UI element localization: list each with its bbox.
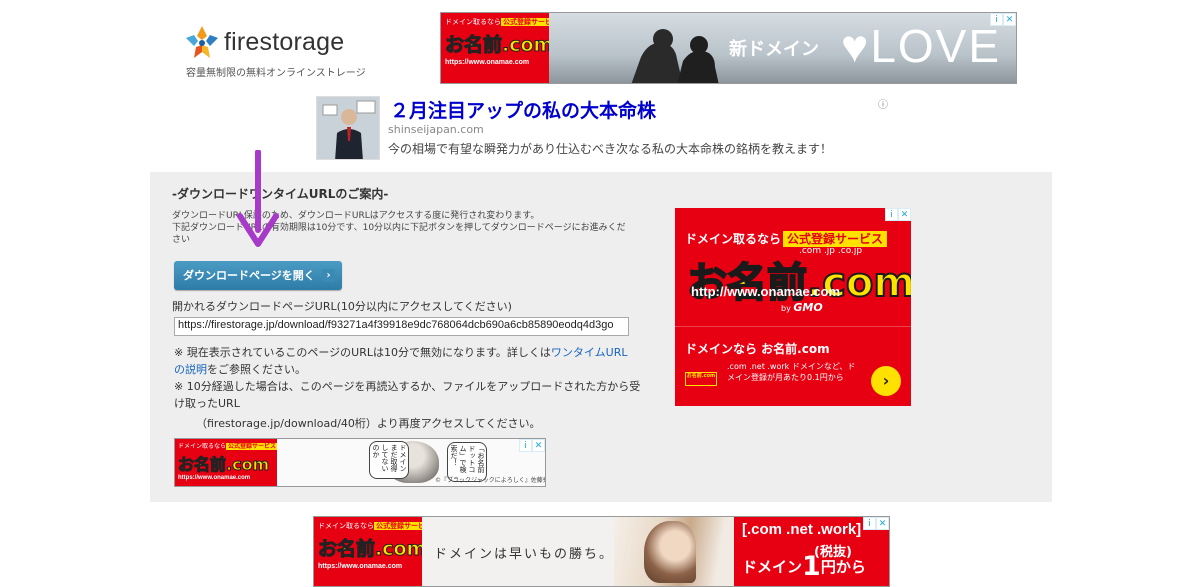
reload-note: ※ 10分経過した場合は、このページを再読込するか、ファイルをアップロードされた…	[174, 380, 641, 410]
gmo-logo: by GMO	[781, 301, 823, 314]
chevron-right-icon[interactable]: ›	[871, 366, 901, 396]
onamae-url: https://www.onamae.com	[178, 475, 251, 481]
onamae-url: https://www.onamae.com	[318, 563, 403, 570]
onamae-logo-text: お名前.com	[686, 259, 911, 307]
ad-choices[interactable]: i ✕	[990, 13, 1016, 26]
firestorage-logo[interactable]: firestorage 容量無制限の無料オンラインストレージ	[184, 22, 374, 82]
top-banner-ad[interactable]: ドメイン取るなら公式登録サービス お名前.com https://www.ona…	[440, 12, 1017, 84]
manga-speech-bubble: ドメインまだ取得してないのか	[369, 441, 409, 479]
ad-close-icon[interactable]: ✕	[532, 439, 545, 452]
ad-tagline: 新ドメイン	[729, 39, 819, 60]
square-ad-top: ドメイン取るなら 公式登録サービス	[685, 230, 888, 247]
native-ad-domain: shinseijapan.com	[388, 123, 484, 136]
onamae-logo-block: ドメイン取るなら公式登録サービス お名前.com https://www.ona…	[175, 439, 277, 486]
logo-wordmark: firestorage	[224, 28, 345, 56]
businessman-image	[317, 97, 379, 159]
ad-slogan: ドメインは早いもの勝ち。	[434, 547, 615, 562]
chevron-right-icon: ›	[322, 269, 335, 282]
onamae-mini-logo: お名前.com	[685, 372, 717, 386]
ad-close-icon[interactable]: ✕	[1003, 13, 1016, 26]
expiry-note: ※ 現在表示されているこのページのURLは10分で無効になります。詳しくはワンタ…	[174, 344, 634, 378]
ad-top-text: ドメイン取るなら	[445, 18, 501, 26]
ad-top-text: ドメイン取るなら	[318, 522, 374, 530]
onamae-url: https://www.onamae.com	[445, 59, 530, 66]
native-ad-description: 今の相場で有望な瞬発力があり仕込むべき次なる私の大本命株の銘柄を教えます！	[388, 142, 833, 156]
download-url-label: 開かれるダウンロードページURL(10分以内にアクセスしてください)	[172, 300, 512, 313]
ad-info-icon[interactable]: i	[519, 439, 532, 452]
ad-info-icon[interactable]: i	[863, 517, 876, 530]
square-ad[interactable]: ドメイン取るなら 公式登録サービス .com .jp .co.jp お名前.com…	[675, 208, 911, 406]
download-info-panel: -ダウンロードワンタイムURLのご案内- ダウンロードURL保護のため、ダウンロ…	[150, 172, 1052, 502]
ad-badge: 公式登録サービス	[374, 522, 422, 530]
ad-price-prefix: ドメイン	[742, 558, 803, 576]
expiry-note-suffix: をご参照ください。	[207, 363, 306, 376]
ad-top-text: ドメイン取るなら	[685, 232, 782, 246]
logo-tagline: 容量無制限の無料オンラインストレージ	[186, 68, 366, 79]
ad-divider	[675, 326, 911, 327]
panel-banner-ad[interactable]: 「お名前ドットコム」で検索だ！ ドメインまだ取得してないのか ©『ブラックジャッ…	[174, 438, 546, 487]
ad-top-text: ドメイン取るなら	[178, 443, 227, 450]
square-ad-description: .com .net .work ドメインなど、ドメイン登録が月あたり0.1円から	[727, 362, 856, 382]
ad-choices[interactable]: i ✕	[885, 208, 911, 221]
woman-image-detail	[644, 521, 696, 583]
ad-choices[interactable]: i ✕	[863, 517, 889, 530]
native-ad[interactable]: ２月注目アップの私の大本命株 shinseijapan.com 今の相場で有望な…	[316, 96, 896, 162]
ad-close-icon[interactable]: ✕	[876, 517, 889, 530]
logo-flower-icon	[186, 26, 218, 58]
bottom-banner-ad[interactable]: ドメイン取るなら公式登録サービス お名前.com https://www.ona…	[313, 516, 890, 587]
ad-love-text: ♥LOVE	[841, 20, 1002, 72]
square-ad-headline: ドメインなら お名前.com	[685, 342, 830, 356]
ad-badge: 公式登録サービス	[226, 443, 277, 450]
ad-info-icon[interactable]: i	[990, 13, 1003, 26]
expiry-note-text: ※ 現在表示されているこのページのURLは10分で無効になります。詳しくは	[174, 346, 551, 359]
open-download-page-label: ダウンロードページを開く	[183, 269, 315, 282]
ad-info-icon[interactable]: i	[885, 208, 898, 221]
gmo-wordmark: GMO	[793, 301, 823, 314]
ad-price-value: 1	[802, 551, 821, 582]
onamae-logo-text: お名前.com	[318, 538, 423, 561]
ad-close-icon[interactable]: ✕	[898, 208, 911, 221]
ad-info-icon[interactable]: ⓘ	[878, 96, 888, 111]
ad-price-suffix: 円から	[820, 558, 866, 576]
gmo-by: by	[781, 304, 791, 313]
onamae-logo-block: ドメイン取るなら公式登録サービス お名前.com https://www.ona…	[441, 13, 549, 83]
onamae-logo-text: お名前.com	[178, 455, 270, 475]
native-ad-title[interactable]: ２月注目アップの私の大本命株	[390, 96, 656, 123]
ad-tld-list: [.com .net .work]	[742, 521, 862, 538]
ad-choices[interactable]: i ✕	[519, 439, 545, 452]
panel-heading: -ダウンロードワンタイムURLのご案内-	[172, 187, 389, 201]
ad-badge: 公式登録サービス	[783, 231, 888, 247]
onamae-logo-text: お名前.com	[445, 34, 550, 57]
onamae-url: http://www.onamae.com	[691, 284, 841, 299]
ad-price: ドメイン1円から	[742, 551, 866, 582]
annotation-arrow-down-icon	[237, 150, 279, 247]
reload-note-url: （firestorage.jp/download/40桁）より再度アクセスしてく…	[196, 417, 541, 430]
manga-credit: ©『ブラックジャックによろしく』佐藤秀峰	[435, 477, 546, 484]
open-download-page-button[interactable]: ダウンロードページを開く ›	[174, 261, 342, 290]
onamae-logo-block: ドメイン取るなら公式登録サービス お名前.com https://www.ona…	[314, 517, 423, 586]
native-ad-thumbnail[interactable]	[316, 96, 380, 160]
ad-badge: 公式登録サービス	[501, 18, 549, 26]
download-url-field[interactable]: https://firestorage.jp/download/f93271a4…	[174, 317, 629, 336]
